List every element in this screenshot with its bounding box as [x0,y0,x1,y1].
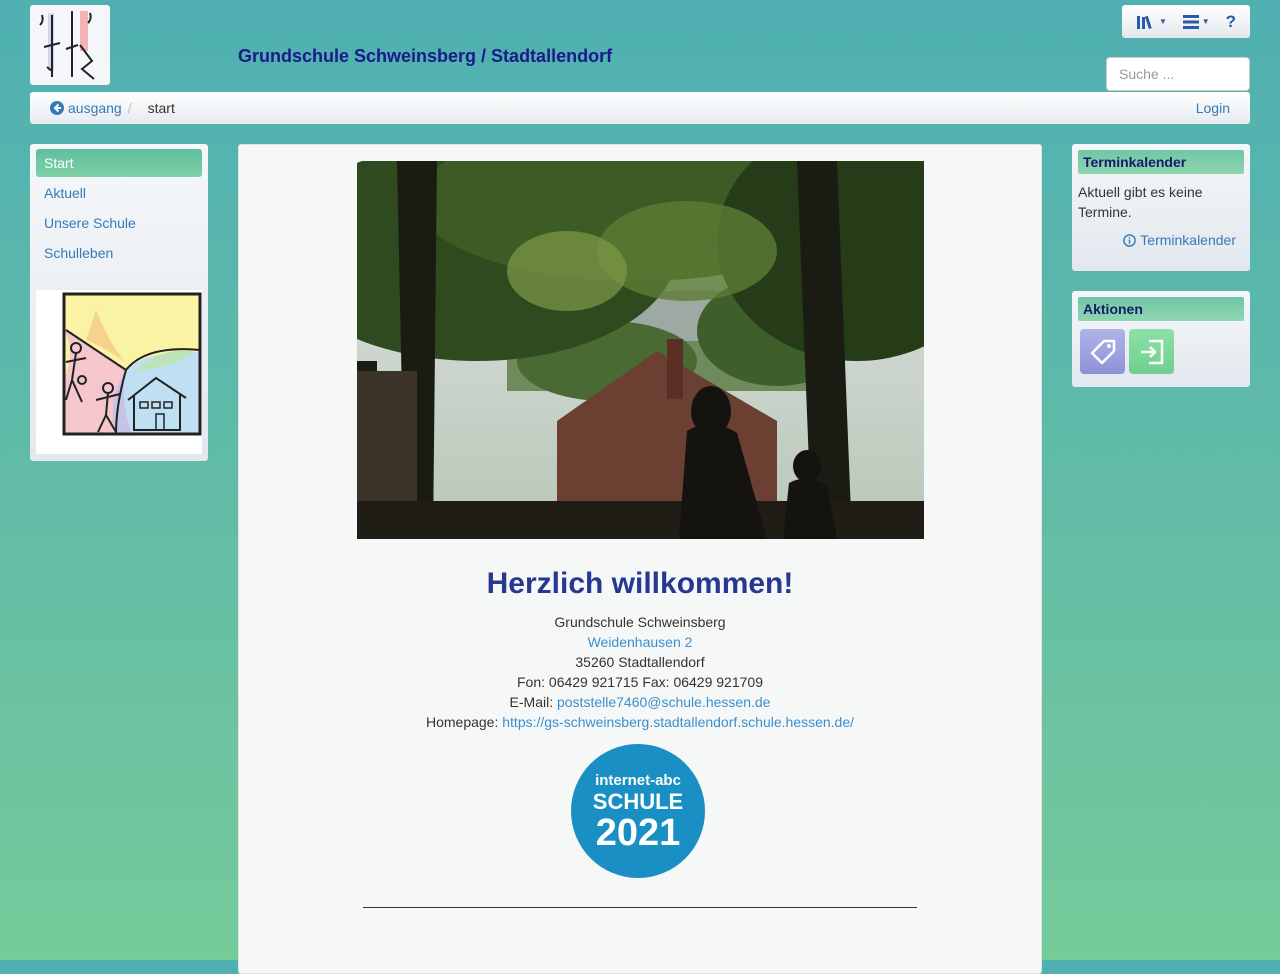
badge-line2: SCHULE [593,789,683,814]
books-menu-button[interactable]: ▼ [1136,14,1167,30]
actions-title: Aktionen [1078,297,1244,321]
search-input[interactable] [1106,57,1250,91]
calendar-link-label: Terminkalender [1140,232,1236,248]
nav-item-start[interactable]: Start [36,149,202,177]
homepage-link[interactable]: https://gs-schweinsberg.stadtallendorf.s… [502,714,854,730]
homepage-label: Homepage: [425,714,499,730]
menu-icon [1182,14,1199,29]
hero-photo [357,161,924,539]
breadcrumb-back-label: ausgang [68,100,122,116]
breadcrumb: ausgang / start Login [30,92,1250,124]
calendar-title: Terminkalender [1078,150,1244,174]
nav-item-aktuell[interactable]: Aktuell [36,179,202,207]
chevron-down-icon: ▼ [1201,17,1210,26]
school-emblem-image [36,290,202,454]
nav-item-unsere-schule[interactable]: Unsere Schule [36,209,202,237]
breadcrumb-separator: / [127,100,132,116]
calendar-text: Aktuell gibt es keine Termine. [1078,184,1203,220]
address-block: Grundschule Schweinsberg Weidenhausen 2 … [239,612,1041,732]
help-icon: ? [1225,11,1237,31]
calendar-panel: Terminkalender Aktuell gibt es keine Ter… [1072,144,1250,271]
main-menu-button[interactable]: ▼ [1182,14,1210,29]
arrow-left-circle-icon [50,101,64,115]
breadcrumb-current: start [147,100,175,116]
tag-icon [1090,339,1115,364]
login-link[interactable]: Login [1196,100,1230,116]
login-action-button[interactable] [1129,329,1174,374]
school-name: Grundschule Schweinsberg [554,614,726,630]
email-label: E-Mail: [509,694,554,710]
page-heading: Herzlich willkommen! [486,567,794,600]
calendar-link[interactable]: Terminkalender [1078,232,1244,248]
badge-line3: 2021 [596,812,681,854]
tag-action-button[interactable] [1080,329,1125,374]
nav-item-schulleben[interactable]: Schulleben [36,239,202,267]
breadcrumb-back-link[interactable]: ausgang [50,100,122,116]
books-icon [1136,15,1152,29]
phone-line: Fon: 06429 921715 Fax: 06429 921709 [517,674,763,690]
divider [363,907,917,908]
school-logo[interactable] [30,5,110,85]
badge-line1: internet-abc [595,772,681,789]
main-content: Herzlich willkommen! Grundschule Schwein… [238,144,1042,974]
login-icon [1140,339,1163,364]
top-toolbar: ▼ ▼ ? [1122,5,1250,38]
street-link[interactable]: Weidenhausen 2 [588,634,693,650]
email-link[interactable]: poststelle7460@schule.hessen.de [557,694,770,710]
chevron-down-icon: ▼ [1158,17,1167,26]
site-title: Grundschule Schweinsberg / Stadtallendor… [238,46,613,66]
left-sidebar: Start Aktuell Unsere Schule Schulleben [30,144,208,461]
info-icon [1123,233,1137,247]
city-line: 35260 Stadtallendorf [575,654,705,670]
internet-abc-badge: internet-abc SCHULE 2021 [570,743,706,879]
help-button[interactable]: ? [1226,12,1236,32]
actions-panel: Aktionen [1072,291,1250,387]
